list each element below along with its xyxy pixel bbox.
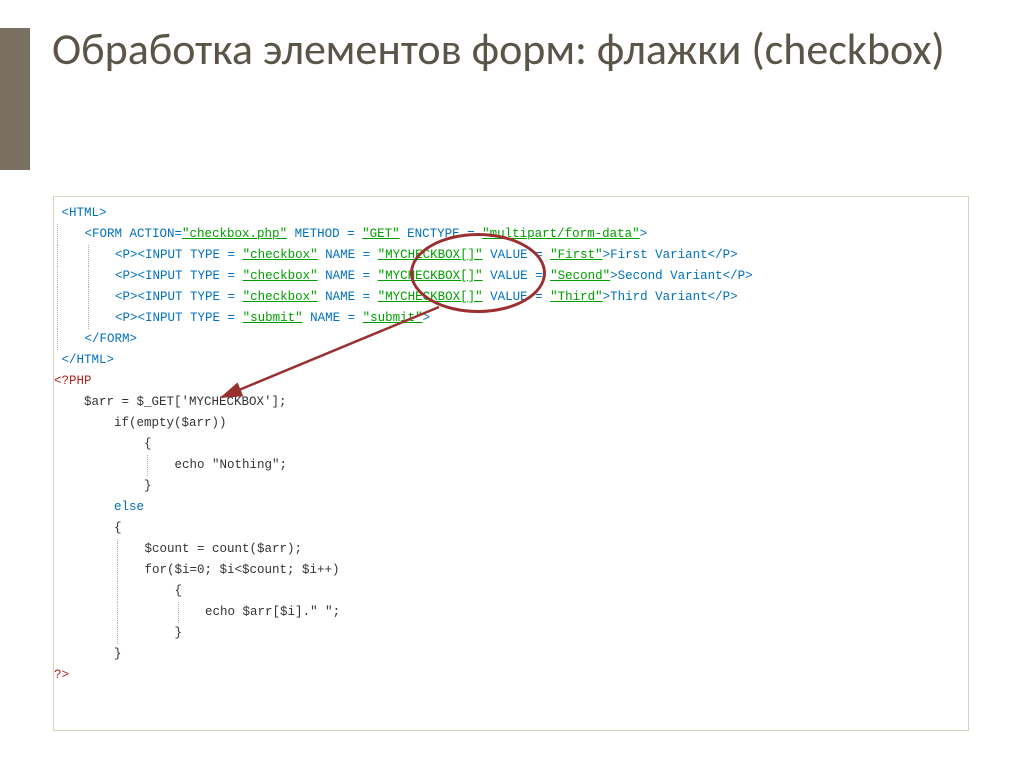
code-line: </FORM> [85, 332, 138, 346]
code-line: <P><INPUT TYPE = [115, 269, 243, 283]
code-line: { [144, 437, 152, 451]
code-line: <P><INPUT TYPE = [115, 248, 243, 262]
code-line: } [175, 626, 183, 640]
code-line: echo $arr[$i]." "; [205, 605, 340, 619]
code-line: for($i=0; $i<$count; $i++) [145, 563, 340, 577]
presentation-slide: Обработка элементов форм: флажки (checkb… [0, 0, 1024, 768]
code-line: <P><INPUT TYPE = [115, 290, 243, 304]
code-line: { [114, 521, 122, 535]
code-line: <FORM ACTION= [85, 227, 183, 241]
code-line: echo "Nothing"; [175, 458, 288, 472]
code-line: { [175, 584, 183, 598]
code-line: <?PHP [54, 374, 92, 388]
code-line: } [114, 647, 122, 661]
code-block: <HTML> <FORM ACTION="checkbox.php" METHO… [54, 203, 753, 686]
code-line: else [114, 500, 144, 514]
slide-title: Обработка элементов форм: флажки (checkb… [52, 22, 952, 77]
code-line: $count = count($arr); [145, 542, 303, 556]
accent-bar [0, 28, 30, 170]
code-line: <P><INPUT TYPE = [115, 311, 243, 325]
code-line: <HTML> [62, 206, 107, 220]
code-line: if(empty($arr)) [114, 416, 227, 430]
code-line: } [144, 479, 152, 493]
code-line: ?> [54, 668, 69, 682]
code-screenshot: <HTML> <FORM ACTION="checkbox.php" METHO… [53, 196, 969, 731]
code-line: $arr = $_GET['MYCHECKBOX']; [84, 395, 287, 409]
code-line: </HTML> [62, 353, 115, 367]
